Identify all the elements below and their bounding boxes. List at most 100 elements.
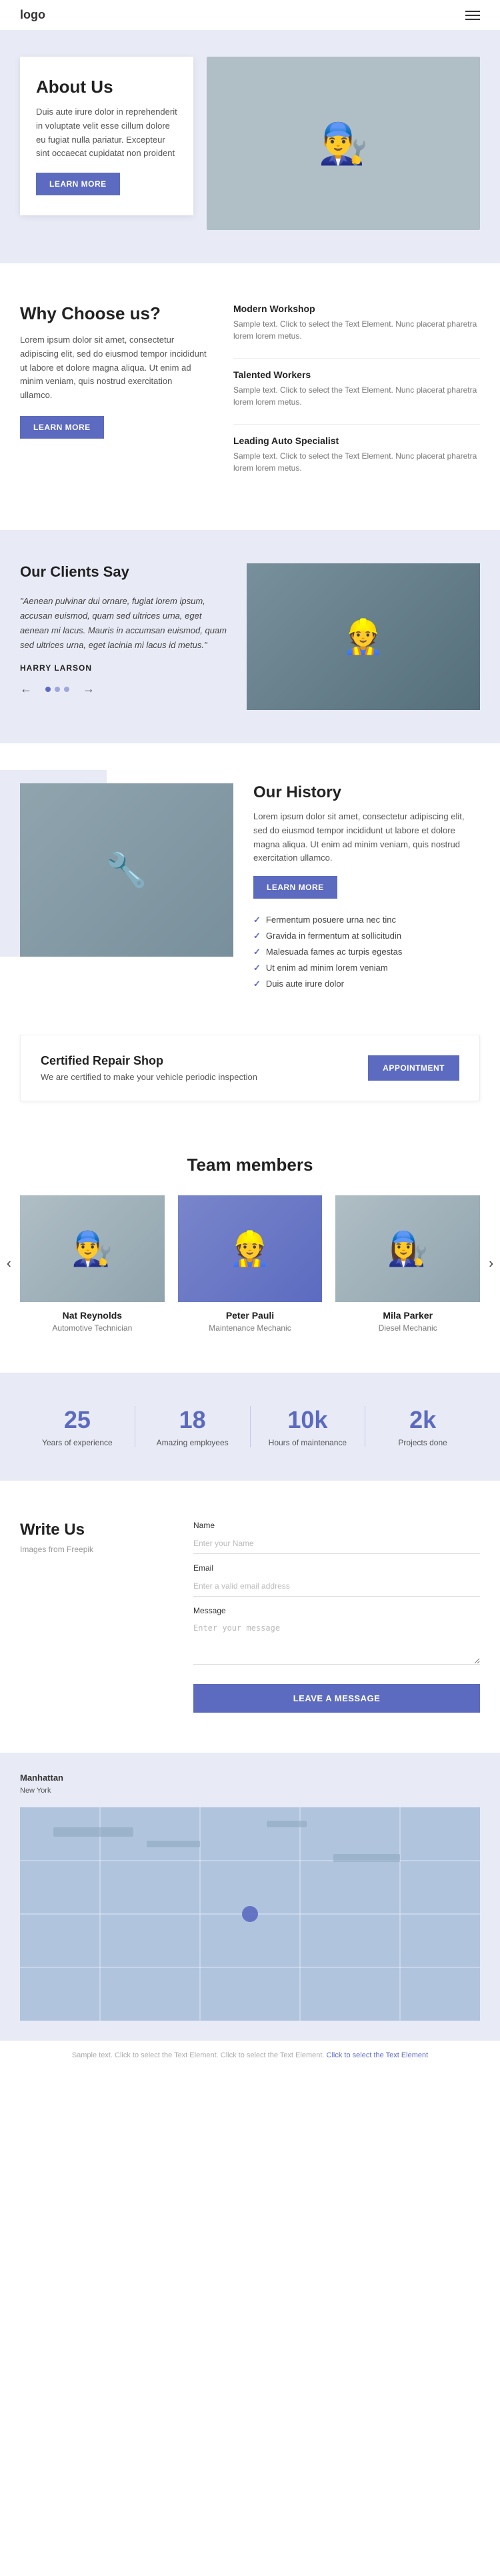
certified-description: We are certified to make your vehicle pe… — [41, 1072, 257, 1082]
footer-link[interactable]: Click to select the Text Element — [327, 2051, 429, 2059]
certified-title: Certified Repair Shop — [41, 1054, 257, 1068]
hamburger-line-2 — [465, 15, 480, 16]
testimonial-name: HARRY LARSON — [20, 663, 227, 673]
write-us-left: Write Us Images from Freepik — [20, 1521, 167, 1713]
hero-image-container: 👨‍🔧 — [207, 57, 480, 230]
clients-mechanic-image: 👷 — [247, 563, 480, 710]
hero-description: Duis aute irure dolor in reprehenderit i… — [36, 105, 177, 161]
team-name-2: Peter Pauli — [178, 1310, 323, 1321]
mechanic-hero-illustration: 👨‍🔧 — [207, 57, 480, 230]
why-choose-features: Modern Workshop Sample text. Click to se… — [233, 303, 480, 490]
team-card-3: 👩‍🔧 Mila Parker Diesel Mechanic — [335, 1195, 480, 1333]
check-icon-4: ✓ — [253, 963, 261, 973]
stats-section: 25 Years of experience 18 Amazing employ… — [0, 1373, 500, 1481]
team-role-1: Automotive Technician — [20, 1323, 165, 1333]
checklist-item-4: ✓Ut enim ad minim lorem veniam — [253, 963, 480, 973]
team-name-3: Mila Parker — [335, 1310, 480, 1321]
name-input[interactable] — [193, 1533, 480, 1554]
carousel-controls: ← → — [20, 682, 227, 696]
name-label: Name — [193, 1521, 480, 1530]
write-us-title: Write Us — [20, 1521, 167, 1539]
hero-section: About Us Duis aute irure dolor in repreh… — [0, 30, 500, 263]
clients-say-section: Our Clients Say "Aenean pulvinar dui orn… — [0, 530, 500, 743]
hero-learn-more-button[interactable]: LEARN MORE — [36, 173, 120, 195]
team-photo-3: 👩‍🔧 — [335, 1195, 480, 1302]
team-prev-arrow[interactable]: ‹ — [7, 1257, 11, 1272]
dot-3 — [64, 687, 69, 692]
stat-number-4: 2k — [365, 1406, 480, 1434]
message-textarea[interactable] — [193, 1618, 480, 1665]
checklist-item-2: ✓Gravida in fermentum at sollicitudin — [253, 931, 480, 941]
team-card-2: 👷 Peter Pauli Maintenance Mechanic — [178, 1195, 323, 1333]
location-info: Manhattan New York — [20, 1773, 63, 1797]
hamburger-menu[interactable] — [465, 11, 480, 20]
feature-2-title: Talented Workers — [233, 369, 480, 380]
location-title: Manhattan — [20, 1773, 63, 1783]
testimonial-area: Our Clients Say "Aenean pulvinar dui orn… — [20, 563, 247, 710]
feature-item-3: Leading Auto Specialist Sample text. Cli… — [233, 435, 480, 474]
why-choose-section: Why Choose us? Lorem ipsum dolor sit ame… — [0, 263, 500, 530]
why-choose-learn-more-button[interactable]: LEARN MORE — [20, 416, 104, 439]
hero-image: 👨‍🔧 — [207, 57, 480, 230]
hamburger-line-3 — [465, 19, 480, 20]
team-next-arrow[interactable]: › — [489, 1257, 493, 1272]
dot-1 — [45, 687, 51, 692]
carousel-prev-button[interactable]: ← — [20, 682, 32, 696]
feature-3-title: Leading Auto Specialist — [233, 435, 480, 446]
team-grid: ‹ 👨‍🔧 Nat Reynolds Automotive Technician… — [20, 1195, 480, 1333]
divider-2 — [233, 424, 480, 425]
logo: logo — [20, 8, 45, 22]
write-us-form: Name Email Message LEAVE A MESSAGE — [193, 1521, 480, 1713]
history-description: Lorem ipsum dolor sit amet, consectetur … — [253, 810, 480, 865]
appointment-button[interactable]: APPOINTMENT — [368, 1055, 459, 1081]
write-us-subtitle: Images from Freepik — [20, 1545, 167, 1554]
stat-number-2: 18 — [135, 1406, 250, 1434]
divider-1 — [233, 358, 480, 359]
check-icon-2: ✓ — [253, 931, 261, 941]
feature-item-1: Modern Workshop Sample text. Click to se… — [233, 303, 480, 342]
team-photo-2: 👷 — [178, 1195, 323, 1302]
clients-image-area: 👷 — [247, 563, 480, 710]
feature-item-2: Talented Workers Sample text. Click to s… — [233, 369, 480, 408]
hero-title: About Us — [36, 77, 177, 97]
history-title: Our History — [253, 783, 480, 802]
footer-text: Sample text. Click to select the Text El… — [20, 2051, 480, 2059]
stat-label-3: Hours of maintenance — [251, 1438, 365, 1447]
email-label: Email — [193, 1563, 480, 1573]
history-section: 🔧 Our History Lorem ipsum dolor sit amet… — [0, 743, 500, 1035]
message-label: Message — [193, 1606, 480, 1615]
history-learn-more-button[interactable]: LEARN MORE — [253, 876, 337, 899]
why-choose-left: Why Choose us? Lorem ipsum dolor sit ame… — [20, 303, 207, 439]
stat-label-4: Projects done — [365, 1438, 480, 1447]
send-message-button[interactable]: LEAVE A MESSAGE — [193, 1684, 480, 1713]
history-text-box: Our History Lorem ipsum dolor sit amet, … — [253, 783, 480, 899]
map-section: Manhattan New York New York — [0, 1753, 500, 2041]
stat-item-1: 25 Years of experience — [20, 1406, 135, 1447]
name-form-group: Name — [193, 1521, 480, 1554]
why-choose-description: Lorem ipsum dolor sit amet, consectetur … — [20, 333, 207, 403]
stat-number-1: 25 — [20, 1406, 135, 1434]
feature-3-description: Sample text. Click to select the Text El… — [233, 450, 480, 474]
email-input[interactable] — [193, 1575, 480, 1597]
feature-1-description: Sample text. Click to select the Text El… — [233, 318, 480, 342]
team-title: Team members — [20, 1155, 480, 1175]
dot-2 — [55, 687, 60, 692]
navbar: logo — [0, 0, 500, 30]
checklist-item-5: ✓Duis aute irure dolor — [253, 979, 480, 989]
carousel-next-button[interactable]: → — [83, 682, 95, 696]
stat-label-1: Years of experience — [20, 1438, 135, 1447]
map-header: Manhattan New York — [20, 1773, 480, 1797]
stat-item-4: 2k Projects done — [365, 1406, 480, 1447]
location-address: New York — [20, 1785, 63, 1797]
clients-say-title: Our Clients Say — [20, 563, 227, 581]
testimonial-quote: "Aenean pulvinar dui ornare, fugiat lore… — [20, 594, 227, 653]
hamburger-line-1 — [465, 11, 480, 12]
certified-text: Certified Repair Shop We are certified t… — [41, 1054, 257, 1082]
why-choose-title: Why Choose us? — [20, 303, 207, 324]
check-icon-3: ✓ — [253, 947, 261, 957]
team-photo-1: 👨‍🔧 — [20, 1195, 165, 1302]
footer: Sample text. Click to select the Text El… — [0, 2041, 500, 2070]
feature-2-description: Sample text. Click to select the Text El… — [233, 384, 480, 408]
checklist-item-3: ✓Malesuada fames ac turpis egestas — [253, 947, 480, 957]
stat-item-2: 18 Amazing employees — [135, 1406, 251, 1447]
